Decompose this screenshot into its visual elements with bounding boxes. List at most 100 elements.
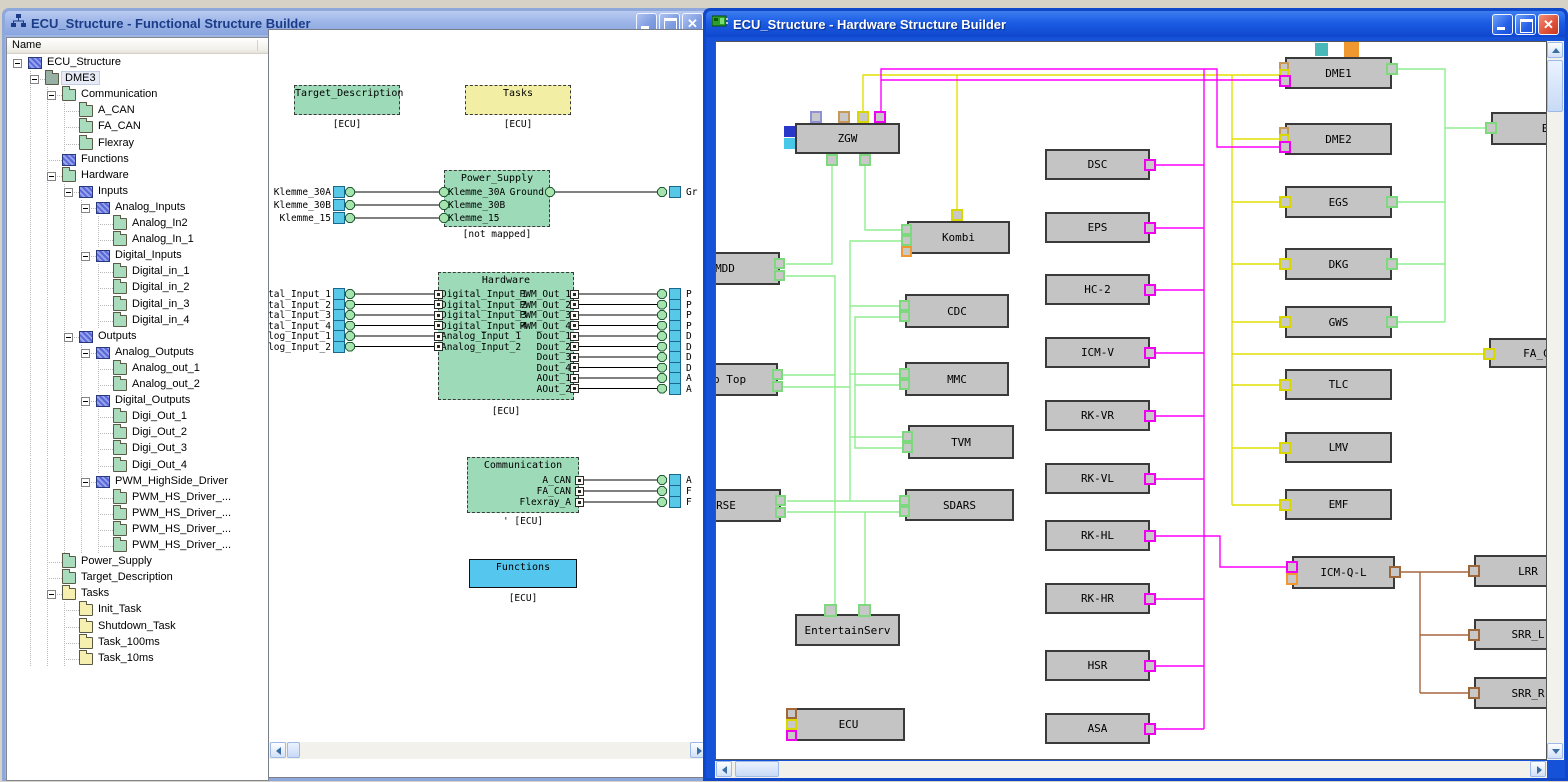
tree-expander-Communication[interactable] (47, 91, 56, 100)
tree-node-Analog_out_2[interactable]: Analog_out_2 (7, 377, 268, 393)
port-green[interactable] (775, 495, 786, 506)
minimize-button[interactable] (1492, 14, 1513, 35)
scroll-right-button[interactable] (1530, 761, 1546, 777)
functional-block-Tasks[interactable]: Tasks (465, 85, 571, 115)
tree-expander-Inputs[interactable] (64, 188, 73, 197)
port-green[interactable] (1386, 316, 1398, 328)
tree-column-header[interactable]: Name (7, 38, 268, 54)
port-violet[interactable] (810, 111, 822, 123)
port-green[interactable] (899, 300, 910, 311)
tree-node-Shutdown_Task[interactable]: Shutdown_Task (7, 619, 268, 635)
socket-port[interactable] (434, 311, 443, 320)
external-connector[interactable] (333, 341, 345, 353)
port-green[interactable] (1485, 122, 1497, 134)
hardware-block-MDD[interactable]: MDD (715, 252, 780, 285)
port-octagon[interactable] (439, 187, 449, 197)
port-octagon[interactable] (345, 300, 355, 310)
socket-port[interactable] (570, 290, 579, 299)
port-octagon[interactable] (657, 363, 667, 373)
port-magenta[interactable] (1144, 410, 1156, 422)
port-octagon[interactable] (657, 310, 667, 320)
hscroll-thumb[interactable] (735, 761, 779, 777)
socket-port[interactable] (570, 332, 579, 341)
port-magenta[interactable] (1144, 593, 1156, 605)
tree-node-PWM_HS_Driver_...[interactable]: PWM_HS_Driver_... (7, 522, 268, 538)
tree-node-PWM_HS_Driver_...[interactable]: PWM_HS_Driver_... (7, 506, 268, 522)
socket-port[interactable] (575, 476, 584, 485)
socket-port[interactable] (570, 342, 579, 351)
tree-node-PWM_HS_Driver_...[interactable]: PWM_HS_Driver_... (7, 490, 268, 506)
tree-node-Target_Description[interactable]: Target_Description (7, 570, 268, 586)
port-octagon[interactable] (657, 300, 667, 310)
hardware-canvas[interactable]: ZGWMDDAmp TopRSEKombiCDCMMCTVMSDARSEnter… (715, 41, 1547, 760)
port-yellow[interactable] (1279, 316, 1291, 328)
tree-expander-Hardware[interactable] (47, 172, 56, 181)
hardware-block-ECU[interactable]: ECU (792, 708, 905, 741)
port-orange[interactable] (901, 246, 912, 257)
tree-node-Hardware[interactable]: Hardware (7, 168, 268, 184)
hardware-block-RSE[interactable]: RSE (715, 489, 781, 522)
functional-canvas[interactable]: Target_DescriptionTasksPower_SupplyHardw… (268, 29, 709, 778)
port-yellow[interactable] (951, 209, 963, 221)
tree-node-Task_10ms[interactable]: Task_10ms (7, 651, 268, 667)
hardware-block-DSC[interactable]: DSC (1045, 149, 1150, 180)
functional-block-Functions[interactable]: Functions (469, 559, 577, 588)
hardware-block-DKG[interactable]: DKG (1285, 248, 1392, 280)
tree-node-PWM_HighSide_Driver[interactable]: PWM_HighSide_Driver (7, 474, 268, 490)
socket-port[interactable] (434, 300, 443, 309)
tree-expander-Analog_Outputs[interactable] (81, 349, 90, 358)
port-octagon[interactable] (345, 187, 355, 197)
port-octagon[interactable] (657, 187, 667, 197)
port-octagon[interactable] (657, 486, 667, 496)
hardware-block-SRR_R[interactable]: SRR_R (1474, 677, 1547, 709)
port-octagon[interactable] (345, 289, 355, 299)
port-yellow[interactable] (1279, 379, 1291, 391)
socket-port[interactable] (570, 311, 579, 320)
port-green[interactable] (772, 381, 783, 392)
tree-node-Power_Supply[interactable]: Power_Supply (7, 554, 268, 570)
external-connector[interactable] (669, 383, 681, 395)
port-green[interactable] (899, 495, 910, 506)
right-window-titlebar[interactable]: ECU_Structure - Hardware Structure Build… (706, 11, 1565, 37)
port-magenta[interactable] (1144, 723, 1156, 735)
port-green[interactable] (1386, 63, 1398, 75)
hardware-canvas-hscrollbar[interactable] (715, 761, 1547, 778)
tree-node-ECU_Structure[interactable]: ECU_Structure (7, 55, 268, 71)
port-octagon[interactable] (657, 475, 667, 485)
port-green[interactable] (902, 442, 913, 453)
hardware-block-FA_CAN[interactable]: FA_CAN (1489, 338, 1547, 368)
tree-node-Digital_in_4[interactable]: Digital_in_4 (7, 313, 268, 329)
column-divider[interactable] (257, 40, 258, 51)
port-magenta[interactable] (874, 111, 886, 123)
port-brown[interactable] (1468, 687, 1480, 699)
port-green[interactable] (1386, 258, 1398, 270)
hardware-block-RK-VR[interactable]: RK-VR (1045, 400, 1150, 431)
socket-port[interactable] (570, 353, 579, 362)
hardware-block-ASA[interactable]: ASA (1045, 713, 1150, 744)
port-octagon[interactable] (657, 331, 667, 341)
hardware-block-EGS[interactable]: EGS (1285, 186, 1392, 218)
tree-node-Analog_Outputs[interactable]: Analog_Outputs (7, 345, 268, 361)
port-octagon[interactable] (545, 187, 555, 197)
port-magenta[interactable] (1279, 141, 1291, 153)
tree-expander-Digital_Inputs[interactable] (81, 252, 90, 261)
socket-port[interactable] (570, 321, 579, 330)
external-connector[interactable] (669, 186, 681, 198)
tree-node-FA_CAN[interactable]: FA_CAN (7, 119, 268, 135)
hardware-block-ICM-Q-L[interactable]: ICM-Q-L (1292, 556, 1395, 589)
port-octagon[interactable] (657, 373, 667, 383)
port-green[interactable] (826, 154, 838, 166)
port-cyan[interactable] (784, 138, 795, 149)
vscroll-thumb[interactable] (1547, 60, 1563, 112)
port-green[interactable] (899, 311, 910, 322)
tree-node-DME3[interactable]: DME3 (7, 71, 268, 87)
port-magenta[interactable] (1144, 530, 1156, 542)
hardware-block-HC-2[interactable]: HC-2 (1045, 274, 1150, 305)
external-connector[interactable] (669, 496, 681, 508)
port-green[interactable] (902, 431, 913, 442)
port-octagon[interactable] (657, 289, 667, 299)
hardware-block-RK-VL[interactable]: RK-VL (1045, 463, 1150, 494)
maximize-button[interactable] (1515, 14, 1536, 35)
port-yellow[interactable] (1279, 258, 1291, 270)
socket-port[interactable] (570, 374, 579, 383)
